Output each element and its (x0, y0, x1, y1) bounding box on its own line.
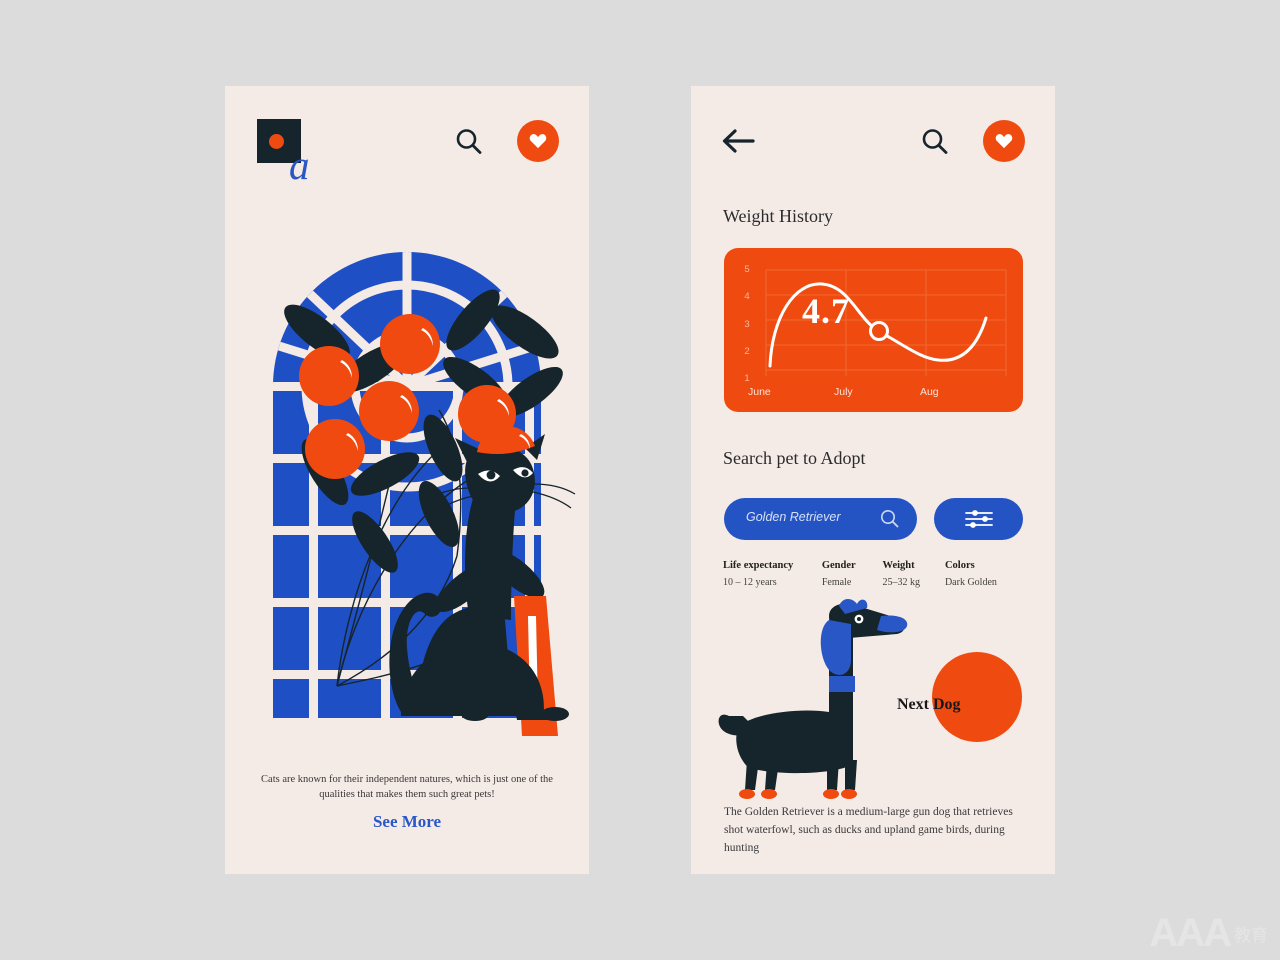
pet-specs-table: Life expectancy 10 – 12 years Gender Fem… (723, 560, 1023, 588)
spec-gender: Gender Female (822, 560, 883, 588)
spec-weight: Weight 25–32 kg (883, 560, 945, 588)
see-more-link[interactable]: See More (225, 812, 589, 832)
spec-colors: Colors Dark Golden (945, 560, 1023, 588)
cat-caption: Cats are known for their independent nat… (261, 774, 553, 801)
search-pet-title: Search pet to Adopt (723, 448, 866, 468)
x-tick: June (748, 386, 771, 398)
spec-value: Female (821, 577, 852, 588)
app-header-left: a (225, 86, 589, 196)
back-arrow-icon[interactable] (721, 126, 755, 156)
app-logo[interactable]: a (257, 119, 310, 186)
cat-window-illustration (225, 196, 589, 756)
orange-dot-icon (269, 134, 284, 149)
screen: a Cats are known for their independent n… (0, 0, 1280, 960)
search-input[interactable]: Golden Retriever (724, 498, 917, 540)
search-icon[interactable] (453, 126, 485, 158)
watermark-text: AAA (1149, 911, 1232, 955)
filter-button[interactable] (934, 498, 1023, 540)
dog-description: The Golden Retriever is a medium-large g… (724, 806, 1013, 854)
search-icon[interactable] (880, 509, 899, 528)
chart-value-label: 4.7 (802, 291, 850, 331)
favorite-button[interactable] (983, 120, 1025, 162)
heart-icon (529, 134, 547, 149)
dog-illustration (711, 598, 916, 806)
x-tick: July (833, 386, 853, 398)
sliders-icon (964, 510, 993, 528)
phone-screen-cat: a Cats are known for their independent n… (225, 86, 589, 874)
spec-value: 10 – 12 years (723, 577, 777, 588)
spec-label: Gender (821, 560, 856, 571)
x-tick: Aug (919, 386, 939, 398)
watermark: AAA 教育 (1149, 911, 1268, 955)
watermark-subtext: 教育 (1234, 926, 1268, 946)
weight-history-title: Weight History (723, 206, 834, 226)
spec-life-expectancy: Life expectancy 10 – 12 years (723, 560, 822, 588)
phone-screen-dog: Weight History 5 4 3 2 1 4.7 June July A… (691, 86, 1055, 874)
spec-label: Life expectancy (723, 560, 794, 571)
spec-value: Dark Golden (944, 577, 997, 588)
app-header-right (691, 86, 1055, 196)
favorite-button[interactable] (517, 120, 559, 162)
chart-marker (869, 321, 889, 341)
weight-history-chart: 5 4 3 2 1 4.7 June July Aug (724, 248, 1023, 412)
spec-label: Weight (882, 560, 915, 571)
logo-letter: a (289, 142, 310, 188)
spec-value: 25–32 kg (882, 577, 921, 588)
search-placeholder: Golden Retriever (746, 510, 841, 524)
next-dog-label[interactable]: Next Dog (897, 696, 961, 714)
chart-x-axis: June July Aug (748, 386, 1006, 398)
heart-icon (995, 134, 1013, 149)
search-icon[interactable] (919, 126, 951, 158)
spec-label: Colors (944, 560, 975, 571)
